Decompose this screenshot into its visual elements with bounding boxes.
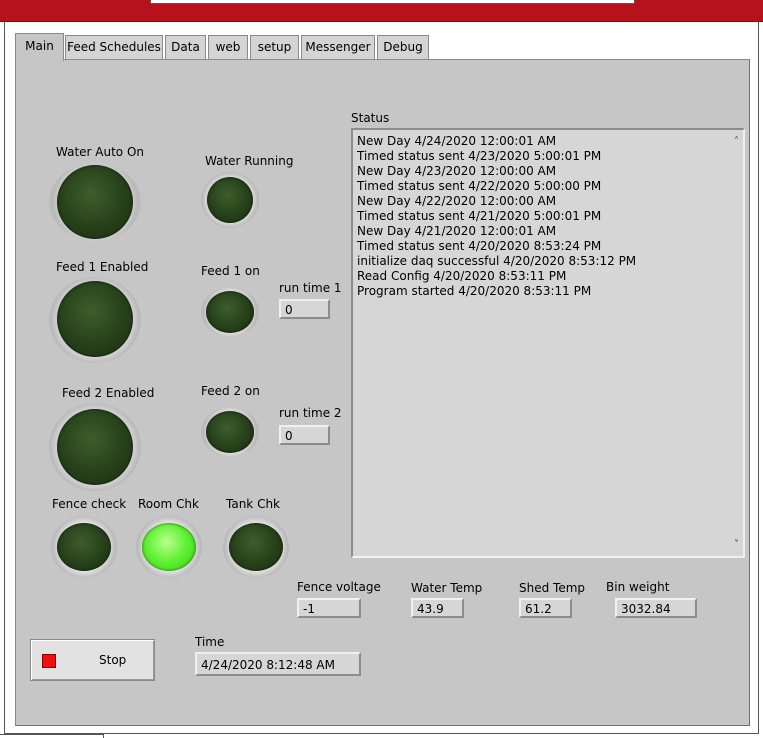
title-field: [150, 0, 635, 4]
tab-messenger[interactable]: Messenger: [301, 35, 375, 59]
status-lines: New Day 4/24/2020 12:00:01 AM Timed stat…: [357, 134, 636, 299]
time-indicator: 4/24/2020 8:12:48 AM: [195, 652, 361, 676]
water-running-led-core: [207, 177, 253, 223]
stop-button-label: Stop: [99, 653, 127, 667]
status-line: Timed status sent 4/22/2020 5:00:00 PM: [357, 179, 602, 193]
fence-check-led-core: [57, 523, 111, 571]
tank-chk-led-core: [229, 523, 283, 571]
room-chk-led-core: [142, 523, 196, 571]
run-time-1-label: run time 1: [279, 281, 342, 295]
feed1-enabled-led[interactable]: [49, 277, 141, 363]
status-line: initialize daq successful 4/20/2020 8:53…: [357, 254, 637, 268]
shed-temp-value: 61.2: [525, 602, 552, 616]
fence-check-label: Fence check: [52, 497, 127, 511]
room-chk-led: [136, 516, 202, 578]
tab-web[interactable]: web: [208, 35, 248, 59]
water-auto-on-led-core: [57, 165, 133, 239]
status-line: New Day 4/24/2020 12:00:01 AM: [357, 134, 557, 148]
stop-square-icon: [42, 654, 56, 668]
run-time-2-indicator: 0: [279, 425, 330, 445]
water-auto-on-label: Water Auto On: [56, 145, 145, 159]
status-line: New Day 4/23/2020 12:00:00 AM: [357, 164, 557, 178]
fence-voltage-value: -1: [303, 602, 315, 616]
feed2-on-label: Feed 2 on: [201, 384, 260, 398]
feed2-enabled-led-core: [57, 409, 133, 485]
run-time-1-value: 0: [285, 303, 293, 317]
run-time-1-indicator: 0: [279, 299, 330, 319]
shed-temp-label: Shed Temp: [519, 581, 586, 595]
feed2-on-led-core: [206, 411, 254, 453]
fence-voltage-indicator: -1: [297, 598, 361, 618]
status-line: Timed status sent 4/23/2020 5:00:01 PM: [357, 149, 602, 163]
window-title-bar: [0, 0, 763, 22]
feed1-enabled-led-core: [57, 281, 133, 357]
status-line: Timed status sent 4/21/2020 5:00:01 PM: [357, 209, 602, 223]
status-log[interactable]: New Day 4/24/2020 12:00:01 AM Timed stat…: [351, 128, 745, 558]
tab-main[interactable]: Main: [15, 33, 64, 61]
run-time-2-label: run time 2: [279, 406, 342, 420]
feed2-enabled-led[interactable]: [49, 403, 141, 491]
scroll-up-icon[interactable]: ˄: [734, 136, 739, 147]
feed2-enabled-label: Feed 2 Enabled: [62, 386, 155, 400]
status-scrollbar[interactable]: ˄ ˅: [725, 130, 743, 556]
status-line: Read Config 4/20/2020 8:53:11 PM: [357, 269, 567, 283]
tab-data[interactable]: Data: [165, 35, 206, 59]
stop-button[interactable]: Stop: [30, 639, 155, 681]
bin-weight-label: Bin weight: [606, 580, 670, 594]
status-line: New Day 4/22/2020 12:00:00 AM: [357, 194, 557, 208]
feed1-on-led-core: [206, 291, 254, 333]
scroll-down-icon[interactable]: ˅: [734, 539, 739, 550]
fence-voltage-label: Fence voltage: [297, 580, 381, 594]
room-chk-label: Room Chk: [138, 497, 199, 511]
time-value: 4/24/2020 8:12:48 AM: [201, 658, 335, 672]
bin-weight-indicator: 3032.84: [615, 598, 697, 618]
status-label: Status: [351, 111, 390, 125]
water-temp-indicator: 43.9: [411, 598, 464, 618]
tank-chk-label: Tank Chk: [226, 497, 280, 511]
tab-debug[interactable]: Debug: [377, 35, 429, 59]
water-running-led: [201, 172, 259, 228]
fence-check-led: [51, 516, 117, 578]
status-line: Program started 4/20/2020 8:53:11 PM: [357, 284, 592, 298]
feed1-on-label: Feed 1 on: [201, 264, 260, 278]
run-time-2-value: 0: [285, 429, 293, 443]
water-temp-value: 43.9: [417, 602, 444, 616]
tank-chk-led: [223, 516, 289, 578]
water-temp-label: Water Temp: [411, 581, 483, 595]
feed1-enabled-label: Feed 1 Enabled: [56, 260, 149, 274]
time-label: Time: [195, 635, 225, 649]
tab-setup[interactable]: setup: [250, 35, 299, 59]
bottom-edge: [0, 734, 104, 738]
status-line: New Day 4/21/2020 12:00:01 AM: [357, 224, 557, 238]
water-running-label: Water Running: [205, 154, 294, 168]
feed2-on-led: [201, 407, 259, 457]
tab-feed-schedules[interactable]: Feed Schedules: [65, 35, 163, 59]
feed1-on-led: [201, 287, 259, 337]
status-line: Timed status sent 4/20/2020 8:53:24 PM: [357, 239, 602, 253]
bin-weight-value: 3032.84: [621, 602, 671, 616]
shed-temp-indicator: 61.2: [519, 598, 572, 618]
water-auto-on-led[interactable]: [49, 163, 141, 241]
